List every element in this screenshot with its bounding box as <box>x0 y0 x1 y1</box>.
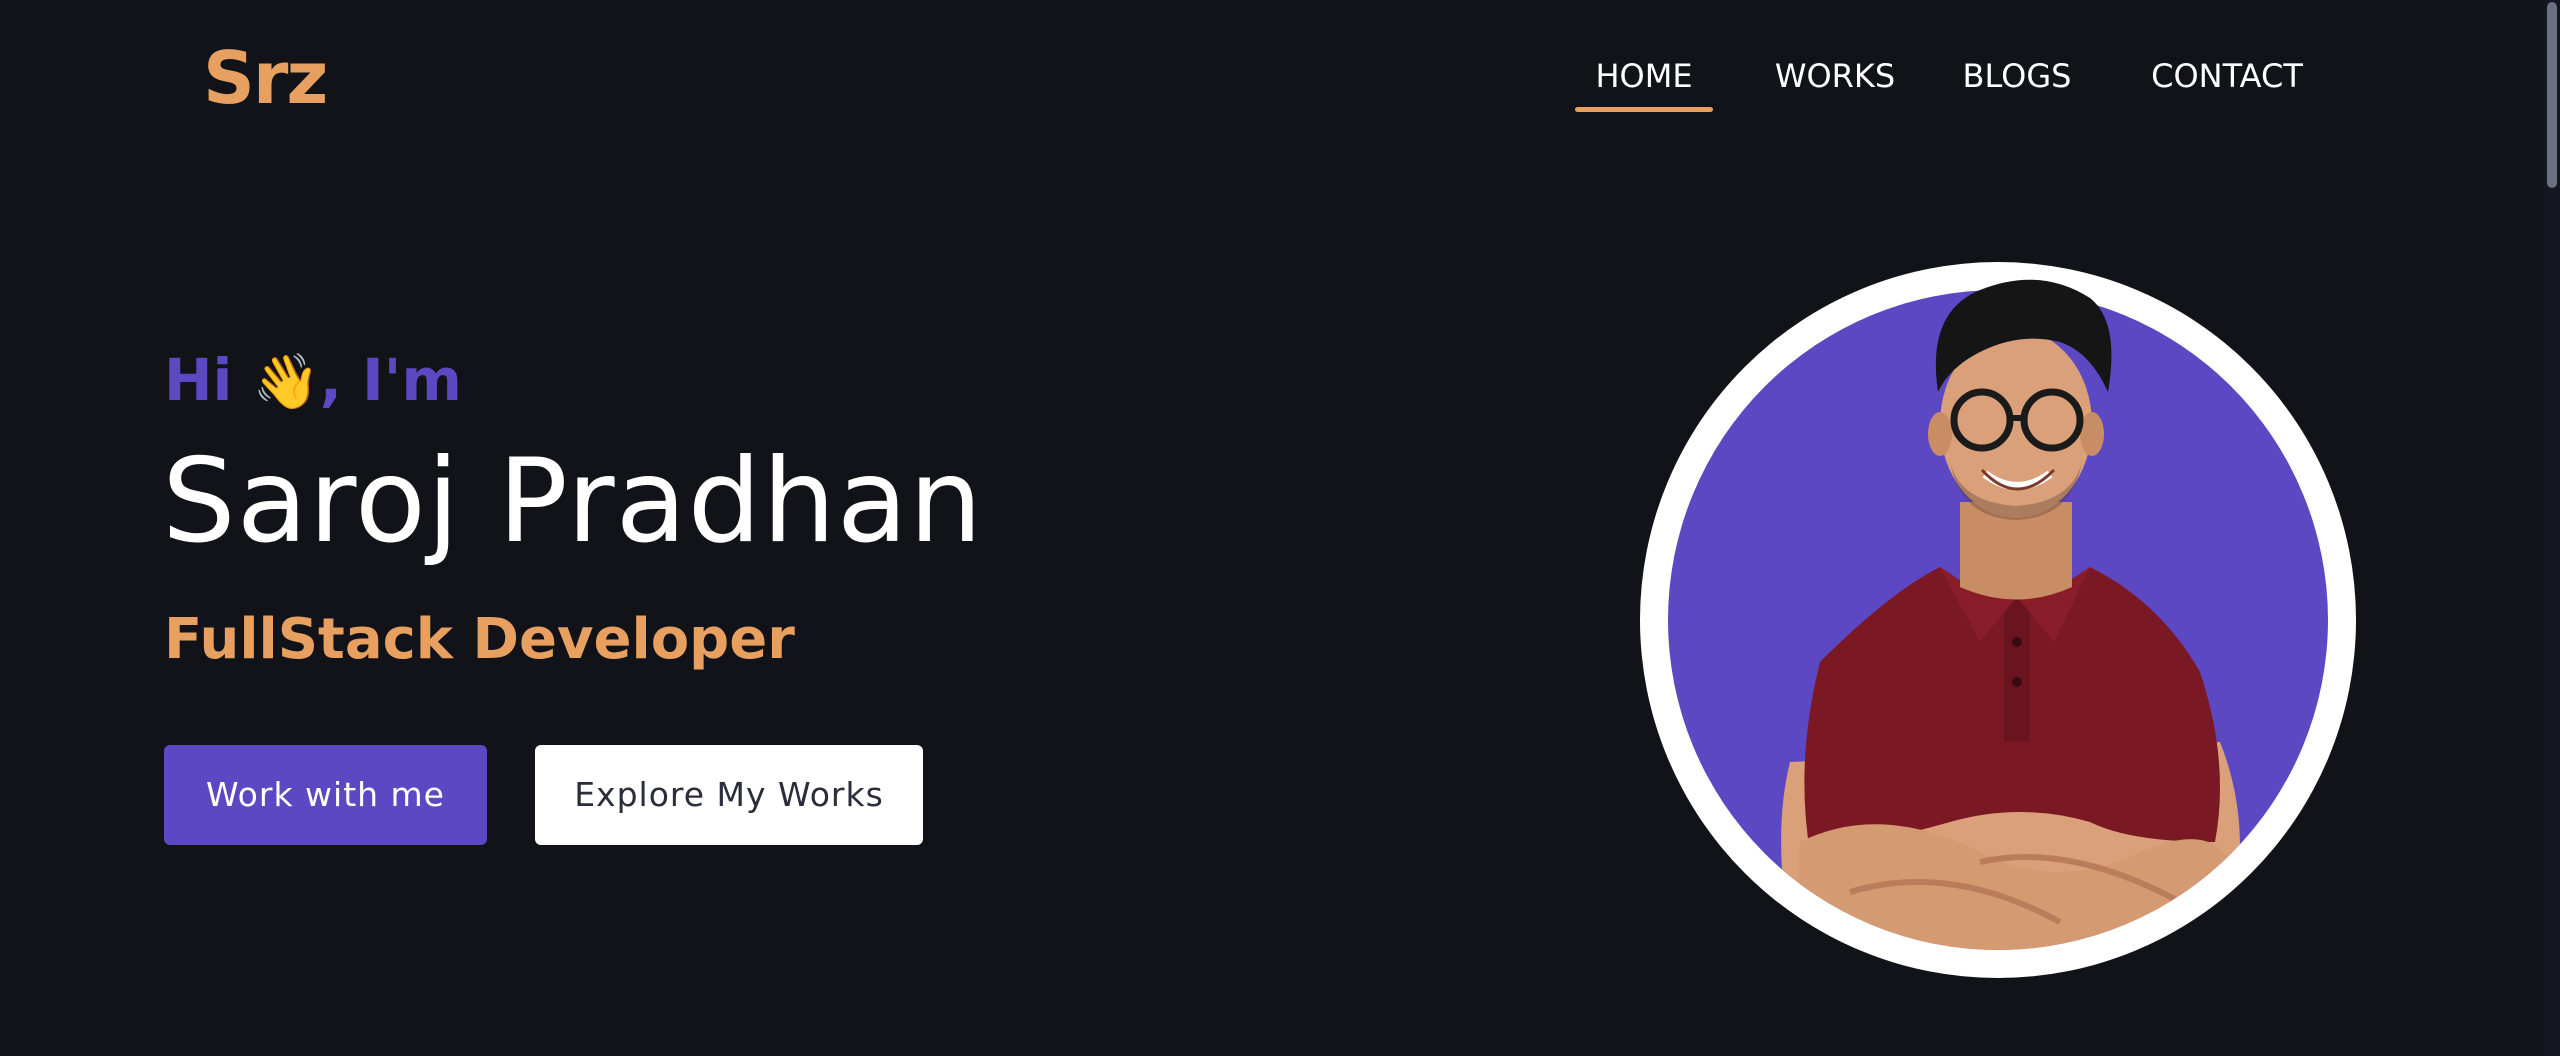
scrollbar-thumb[interactable] <box>2547 2 2557 188</box>
nav-item-contact[interactable]: CONTACT <box>2130 46 2324 112</box>
hero-name: Saroj Pradhan <box>162 434 984 569</box>
profile-photo-icon <box>1668 279 2328 950</box>
greeting-prefix: Hi <box>164 346 253 414</box>
portfolio-page: Srz HOME WORKS BLOGS CONTACT Hi 👋, I'm S… <box>0 0 2560 1056</box>
nav-item-works[interactable]: WORKS <box>1765 46 1905 112</box>
nav-item-blogs[interactable]: BLOGS <box>1953 46 2081 112</box>
work-with-me-button[interactable]: Work with me <box>164 745 487 845</box>
nav-item-home[interactable]: HOME <box>1575 46 1713 112</box>
greeting-suffix: , I'm <box>319 346 462 414</box>
scrollbar[interactable] <box>2544 0 2560 1056</box>
profile-avatar <box>1640 262 2356 978</box>
explore-works-button[interactable]: Explore My Works <box>535 745 923 845</box>
hero-greeting: Hi 👋, I'm <box>164 340 462 422</box>
waving-hand-icon: 👋 <box>252 350 320 413</box>
logo[interactable]: Srz <box>203 38 328 118</box>
hero-role: FullStack Developer <box>164 607 795 672</box>
